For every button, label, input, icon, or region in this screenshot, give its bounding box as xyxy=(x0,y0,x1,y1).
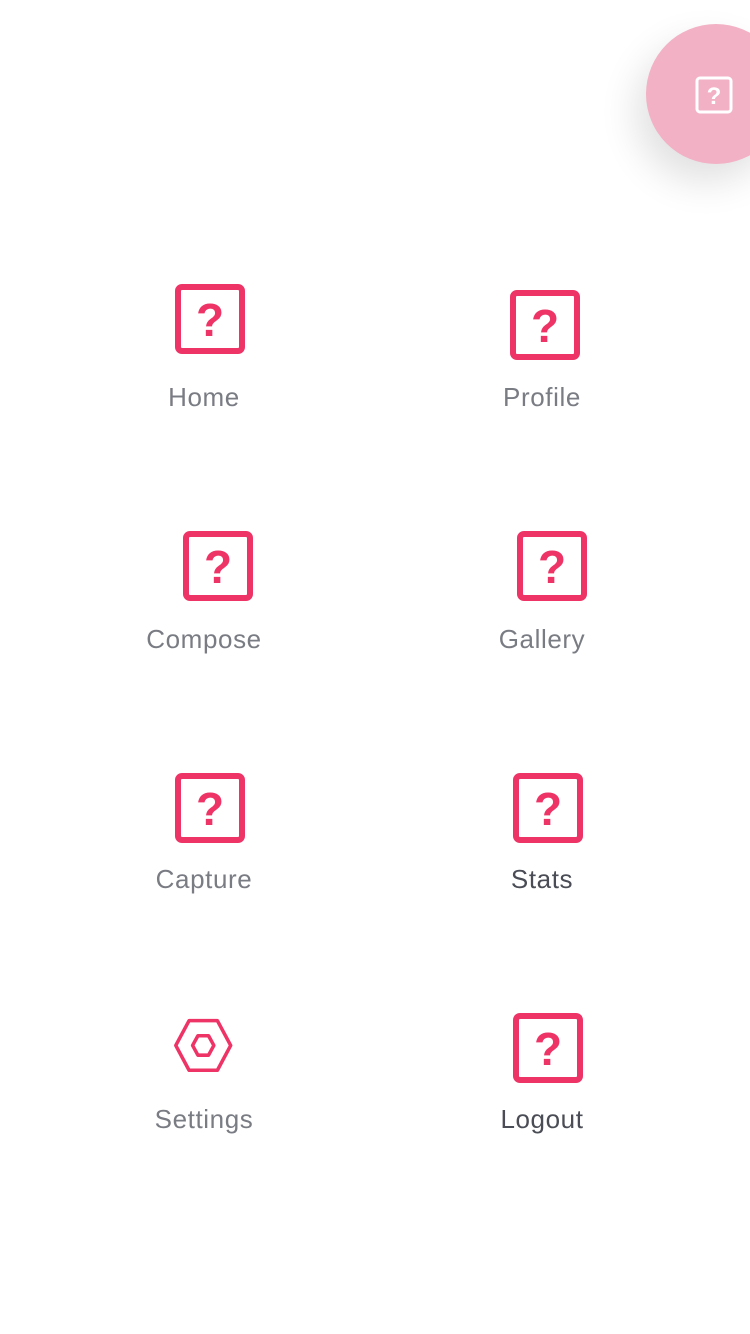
menu-item-stats[interactable]: ? Stats xyxy=(422,773,662,923)
menu-item-settings[interactable]: Settings xyxy=(84,1018,324,1168)
question-box-icon: ? xyxy=(175,284,245,354)
menu-item-label: Gallery xyxy=(498,624,586,654)
menu-item-profile[interactable]: ? Profile xyxy=(422,284,662,434)
menu-item-label: Home xyxy=(168,382,240,412)
question-box-icon: ? xyxy=(183,531,253,601)
menu-item-label: Settings xyxy=(154,1104,254,1134)
svg-text:?: ? xyxy=(196,294,224,346)
hexagon-icon xyxy=(174,1018,233,1073)
svg-text:?: ? xyxy=(538,541,566,593)
question-box-icon: ? xyxy=(513,773,583,843)
svg-text:?: ? xyxy=(534,1023,562,1075)
menu-item-compose[interactable]: ? Compose xyxy=(84,531,324,681)
fab-button[interactable]: ? xyxy=(646,24,750,164)
menu-item-capture[interactable]: ? Capture xyxy=(84,773,324,923)
menu-item-label: Logout xyxy=(500,1104,584,1134)
menu-item-label: Capture xyxy=(155,864,253,894)
menu-item-label: Compose xyxy=(146,624,262,654)
question-box-icon: ? xyxy=(517,531,587,601)
svg-text:?: ? xyxy=(707,83,722,110)
question-box-icon: ? xyxy=(695,76,733,114)
menu-item-label: Profile xyxy=(503,382,581,412)
question-box-icon: ? xyxy=(175,773,245,843)
question-box-icon: ? xyxy=(510,290,580,360)
menu-item-home[interactable]: ? Home xyxy=(84,284,324,434)
svg-text:?: ? xyxy=(534,783,562,835)
menu-item-gallery[interactable]: ? Gallery xyxy=(422,531,662,681)
menu-item-logout[interactable]: ? Logout xyxy=(422,1013,662,1163)
svg-text:?: ? xyxy=(531,300,559,352)
question-box-icon: ? xyxy=(513,1013,583,1083)
svg-text:?: ? xyxy=(196,783,224,835)
menu-item-label: Stats xyxy=(510,864,574,894)
svg-text:?: ? xyxy=(204,541,232,593)
